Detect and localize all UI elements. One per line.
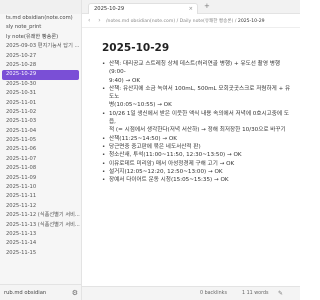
- backlinks-count[interactable]: 0 backlinks: [200, 291, 227, 296]
- list-item[interactable]: 산책(11:25~14:50) → OK: [102, 135, 292, 144]
- sidebar-item-label: 2025-11-08: [6, 165, 37, 172]
- sidebar-file-item[interactable]: 2025-11-02: [0, 108, 81, 117]
- sidebar-file-item[interactable]: 2025-09-03 편지기능서 답기 ...: [0, 42, 81, 51]
- sidebar-item-label: 2025-10-27: [6, 52, 37, 59]
- sidebar-file-item[interactable]: 2025-10-28: [0, 61, 81, 70]
- sidebar-item-label: 2025-11-09: [6, 174, 37, 181]
- sidebar-file-item[interactable]: 2025-10-27: [0, 52, 81, 61]
- sidebar-item-label: 2025-11-14: [6, 240, 37, 247]
- close-tab-icon[interactable]: ×: [189, 4, 193, 14]
- sidebar-file-item[interactable]: 2025-11-06: [0, 145, 81, 154]
- sidebar-item-label: 2025-11-01: [6, 99, 37, 106]
- list-item[interactable]: 산책: 대리공교 스트레칭 상체 데스트(허리연골 병행) + 유도선 촬영 병…: [102, 60, 292, 77]
- sidebar-file-item[interactable]: 2025-11-14: [0, 239, 81, 248]
- sidebar-item-label: 2025-11-13: [6, 230, 37, 237]
- breadcrumb-current: 2025-10-29: [237, 19, 265, 24]
- sidebar-file-item[interactable]: 2025-11-05: [0, 136, 81, 145]
- sidebar-item-label: 2025-09-03 편지기능서 답기 ...: [6, 43, 80, 50]
- settings-gear-icon[interactable]: ⚙: [72, 285, 78, 300]
- editor-pane[interactable]: 2025-10-29 산책: 대리공교 스트레칭 상체 데스트(허리연골 병행)…: [82, 28, 300, 286]
- sidebar-file-item[interactable]: 2025-11-13 (식품선별기 서비...: [0, 221, 81, 230]
- sidebar-file-item[interactable]: 2025-11-12: [0, 202, 81, 211]
- sidebar-file-item[interactable]: 2025-10-30: [0, 80, 81, 89]
- sidebar-item-label: 2025-11-02: [6, 108, 37, 115]
- list-item[interactable]: 설거지(12:05~12:20, 12:50~13:00) → OK: [102, 168, 292, 177]
- list-item-continuation[interactable]: 적 (= 시점에서 생각한다(저녁 서산하) → 정해 최저장한 10/30으로…: [102, 126, 292, 134]
- sidebar-item-label: 2025-10-28: [6, 61, 37, 68]
- sidebar-file-item[interactable]: 2025-11-08: [0, 164, 81, 173]
- sidebar-item-label: 2025-11-12 (식품선별기 서비...: [6, 212, 80, 219]
- new-tab-icon[interactable]: +: [204, 2, 210, 10]
- tab-bar: 2025-10-29 × +: [82, 0, 300, 14]
- vault-name: rub.md obsidian: [4, 290, 47, 296]
- breadcrumb-path[interactable]: /notes.md obsidian(note.com) / Daily not…: [106, 19, 238, 24]
- note-body[interactable]: 산책: 대리공교 스트레칭 상체 데스트(허리연골 병행) + 유도선 촬영 병…: [102, 60, 292, 185]
- page-title[interactable]: 2025-10-29: [102, 42, 169, 54]
- sidebar-file-item[interactable]: 2025-11-12 (식품선별기 서비...: [0, 211, 81, 220]
- edit-mode-icon[interactable]: ✎: [278, 290, 283, 297]
- sidebar-file-item[interactable]: 2025-11-13: [0, 230, 81, 239]
- sidebar-item-label: ts.md obsidian(note.com): [6, 15, 73, 21]
- sidebar-file-item[interactable]: 2025-11-03: [0, 117, 81, 126]
- view-header: ‹ › /notes.md obsidian(note.com) / Daily…: [82, 14, 300, 28]
- sidebar-item-label: 2025-11-12: [6, 202, 37, 209]
- nav-arrows-icon[interactable]: ‹ ›: [88, 17, 104, 24]
- tab-active-note[interactable]: 2025-10-29 ×: [88, 3, 198, 14]
- sidebar-item-label: 2025-11-04: [6, 127, 37, 134]
- list-item[interactable]: 당근면중 중고판에 묶은 네도서산적 판): [102, 143, 292, 152]
- sidebar-file-item[interactable]: 2025-11-11: [0, 192, 81, 201]
- breadcrumb: /notes.md obsidian(note.com) / Daily not…: [106, 18, 294, 24]
- list-item-continuation[interactable]: 병(10:05~10:55) → OK: [102, 101, 292, 109]
- sidebar-item-label: ly note(유쾌한 빵송론): [6, 33, 59, 40]
- sidebar-folder-item[interactable]: ly note(유쾌한 빵송론): [0, 33, 81, 42]
- sidebar-item-label: 2025-11-05: [6, 137, 37, 144]
- sidebar-item-label: 2025-10-29: [6, 71, 37, 78]
- sidebar-file-item[interactable]: 2025-11-01: [0, 99, 81, 108]
- sidebar-file-item[interactable]: 2025-11-15: [0, 249, 81, 258]
- sidebar-item-label: 2025-10-30: [6, 80, 37, 87]
- list-item[interactable]: 이유로데트 미리암) 매서 아성정경제 구해 고기 → OK: [102, 160, 292, 169]
- sidebar-item-label: 2025-10-31: [6, 90, 37, 97]
- vault-switcher[interactable]: rub.md obsidian ⚙: [0, 284, 81, 300]
- sidebar-item-label: 2025-11-10: [6, 184, 37, 191]
- list-item[interactable]: 10/26 1일 생신에서 받은 이웃한 액식 내용 속의에서 저녁에 0호시고…: [102, 110, 292, 127]
- sidebar-folder-item[interactable]: sly note_print: [0, 23, 81, 32]
- sidebar-file-item[interactable]: 2025-11-07: [0, 155, 81, 164]
- status-bar: 0 backlinks 1 11 words ✎: [82, 286, 300, 300]
- sidebar-file-item[interactable]: 2025-11-09: [0, 174, 81, 183]
- sidebar-item-label: 2025-11-11: [6, 193, 37, 200]
- sidebar-item-label: 2025-11-15: [6, 249, 37, 256]
- list-item[interactable]: 장예서 다이어트 운동 시청(15:05~15:35) → OK: [102, 176, 292, 185]
- sidebar-item-label: 2025-11-06: [6, 146, 37, 153]
- list-item[interactable]: 산책: 유산지에 소금 녹여서 100mL, 500mL 모회곳곳스크로 저렴하…: [102, 85, 292, 102]
- sidebar-item-label: 2025-11-13 (식품선별기 서비...: [6, 221, 80, 228]
- sidebar-file-item[interactable]: 2025-10-29: [2, 70, 79, 80]
- sidebar-item-label: 2025-11-03: [6, 118, 37, 125]
- list-item[interactable]: 청소산새, 투석(11:00~11:50, 12:30~13:50) → OK: [102, 151, 292, 160]
- sidebar-file-item[interactable]: 2025-10-31: [0, 89, 81, 98]
- sidebar-file-item[interactable]: 2025-11-04: [0, 127, 81, 136]
- sidebar-header: [0, 0, 81, 14]
- word-count: 1 11 words: [242, 291, 269, 296]
- sidebar-item-label: 2025-11-07: [6, 155, 37, 162]
- file-list: ts.md obsidian(note.com) sly note_printly…: [0, 14, 81, 258]
- tab-title: 2025-10-29: [94, 6, 125, 12]
- sidebar-item-label: sly note_print: [6, 24, 42, 31]
- list-item-continuation[interactable]: 9:40) → OK: [102, 77, 292, 85]
- sidebar-file-item[interactable]: 2025-11-10: [0, 183, 81, 192]
- sidebar-folder-item[interactable]: ts.md obsidian(note.com): [0, 14, 81, 23]
- file-explorer-sidebar: ts.md obsidian(note.com) sly note_printly…: [0, 0, 82, 300]
